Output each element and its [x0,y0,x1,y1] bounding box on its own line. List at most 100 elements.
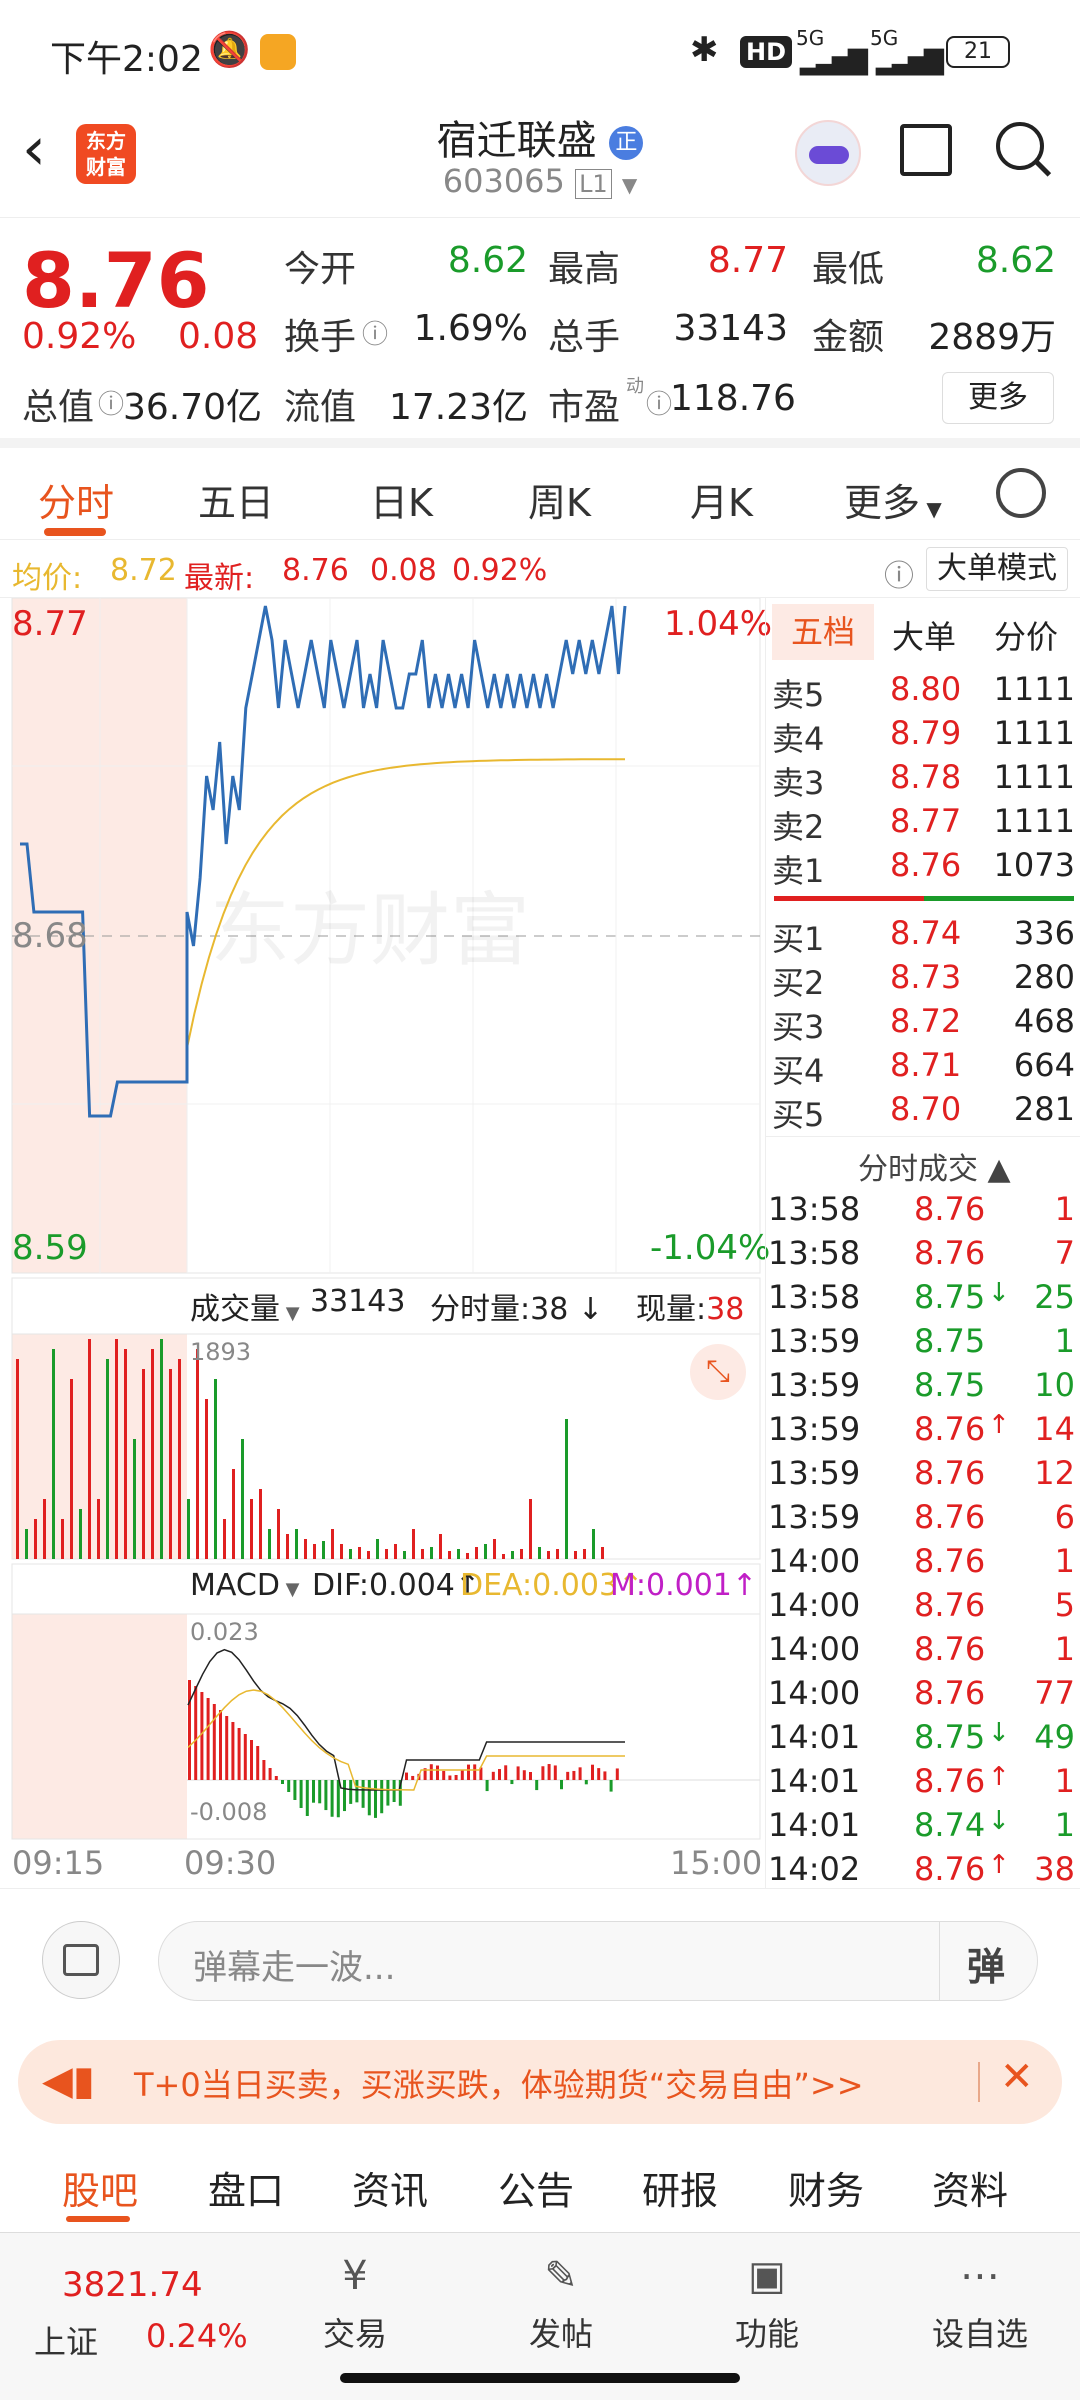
share-icon[interactable] [900,124,952,176]
tick-volume: 1 [1054,1762,1075,1800]
tab-price-dist[interactable]: 分价 [994,612,1058,658]
tick-row: 14:01 8.74 ↓ 1 [766,1806,1080,1850]
macd-bar [411,1775,415,1780]
tab-five-day[interactable]: 五日 [198,472,274,527]
gear-icon[interactable] [996,468,1046,518]
macd-bar [609,1780,613,1792]
bid-row[interactable]: 买1 8.74 336 [766,914,1080,958]
level-volume: 468 [1013,1002,1075,1040]
ask-row[interactable]: 卖3 8.78 1111 [766,758,1080,802]
volume-bar [214,1379,217,1559]
close-icon[interactable]: ✕ [1000,2054,1034,2100]
current-price: 8.76 [22,236,210,325]
volume-total: 33143 [310,1284,406,1319]
bid-row[interactable]: 买5 8.70 281 [766,1090,1080,1134]
tab-profile[interactable]: 资料 [932,2160,1008,2215]
volume-selector[interactable]: 成交量 ▼ [190,1284,300,1328]
tick-volume: 1 [1054,1630,1075,1668]
level-price: 8.70 [890,1090,962,1128]
ask-row[interactable]: 卖2 8.77 1111 [766,802,1080,846]
value-turnover: 1.69% [413,308,528,349]
tab-more[interactable]: 更多 ▼ [844,472,942,527]
macd-bar [392,1780,396,1803]
index-percent: 0.24% [146,2317,248,2355]
tab-weekly-k[interactable]: 周K [528,472,591,527]
m-value: M:0.001↑ [610,1568,758,1603]
macd-bar [584,1780,588,1785]
volume-bar [79,1509,82,1559]
tick-volume: 1 [1054,1322,1075,1360]
bid-row[interactable]: 买4 8.71 664 [766,1046,1080,1090]
level-price: 8.74 [890,914,962,952]
macd-bar [305,1780,309,1816]
tab-pankou[interactable]: 盘口 [208,2160,284,2215]
tab-finance[interactable]: 财务 [788,2160,864,2215]
nav-add-watchlist[interactable]: ⋯ 设自选 [910,2253,1050,2373]
macd-bar [510,1780,514,1785]
volume-bar [583,1549,586,1559]
info-icon[interactable]: ⓘ [362,314,388,351]
volume-bar [538,1547,541,1559]
tab-news[interactable]: 资讯 [352,2160,428,2215]
intraday-chart[interactable]: 东方财富 8.77 8.68 8.59 1.04% -1.04% 成交量 ▼ 3… [0,598,772,1888]
help-icon[interactable]: ⓘ [884,551,914,595]
tab-intraday[interactable]: 分时 [38,472,114,527]
danmu-input[interactable]: 弹幕走一波... 弹 [158,1921,1038,2001]
volume-bar [205,1399,208,1559]
tick-time: 14:00 [768,1674,861,1712]
promo-banner[interactable]: ◀▮ T+0当日买卖，买涨买跌，体验期货“交易自由”>> ✕ [18,2040,1062,2124]
level-price: 8.76 [890,846,962,884]
volume-bar [52,1349,55,1559]
nav-post[interactable]: ✎ 发帖 [506,2253,616,2373]
macd-bar [188,1680,191,1780]
danmu-toggle-icon[interactable]: 弹 [967,1936,1005,1991]
info-icon[interactable]: ⓘ [646,384,672,421]
tab-daily-k[interactable]: 日K [370,472,433,527]
tab-research[interactable]: 研报 [642,2160,718,2215]
edit-icon: ✎ [544,2253,578,2299]
volume-bar [430,1547,433,1559]
volume-bar [403,1551,406,1559]
big-order-mode-button[interactable]: 大单模式 [926,547,1068,591]
macd-bar [578,1767,582,1780]
level-volume: 1111 [993,670,1075,708]
bid-row[interactable]: 买3 8.72 468 [766,1002,1080,1046]
tick-arrow: ↑ [988,1850,1010,1880]
assistant-robot-icon[interactable] [795,120,861,186]
nav-trade[interactable]: ¥ 交易 [300,2253,410,2373]
value-high: 8.77 [707,240,788,281]
bid-row[interactable]: 买2 8.73 280 [766,958,1080,1002]
macd-selector[interactable]: MACD ▼ [190,1568,300,1603]
megaphone-icon: ◀▮ [42,2058,95,2104]
ticks-title[interactable]: 分时成交 ▲ [858,1144,1011,1188]
volume-bar [106,1359,109,1559]
tab-monthly-k[interactable]: 月K [690,472,753,527]
tick-volume: 49 [1034,1718,1075,1756]
level-volume: 1111 [993,758,1075,796]
tick-time: 13:59 [768,1454,861,1492]
volume-bar [25,1529,28,1559]
index-ticker[interactable]: 3821.74 上证 0.24% [0,2233,250,2363]
post-list-icon[interactable] [42,1921,120,1999]
expand-icon[interactable]: ⤡ [690,1344,746,1400]
ask-row[interactable]: 卖1 8.76 1073 [766,846,1080,890]
more-quote-button[interactable]: 更多 [942,372,1054,424]
ask-row[interactable]: 卖4 8.79 1111 [766,714,1080,758]
tab-guba[interactable]: 股吧 [62,2160,138,2215]
macd-bar [491,1771,495,1780]
level-volume: 664 [1013,1046,1075,1084]
tab-five-levels[interactable]: 五档 [772,604,874,660]
tab-announcements[interactable]: 公告 [498,2160,574,2215]
ask-row[interactable]: 卖5 8.80 1111 [766,670,1080,714]
tick-row: 14:01 8.75 ↓ 49 [766,1718,1080,1762]
volume-bar [385,1549,388,1559]
level-label: 卖1 [772,852,825,890]
tab-big-orders[interactable]: 大单 [892,612,956,658]
order-book-panel: 五档 大单 分价 卖5 8.80 1111 卖4 8.79 1111 卖3 8.78 1111 卖… [765,598,1080,1888]
tick-row: 13:59 8.75 10 [766,1366,1080,1410]
current-volume: 现量:38 [636,1292,745,1327]
volume-bar [241,1439,244,1559]
macd-bar [429,1764,433,1780]
nav-functions[interactable]: ▣ 功能 [712,2253,822,2373]
tick-price: 8.76 [914,1410,986,1448]
